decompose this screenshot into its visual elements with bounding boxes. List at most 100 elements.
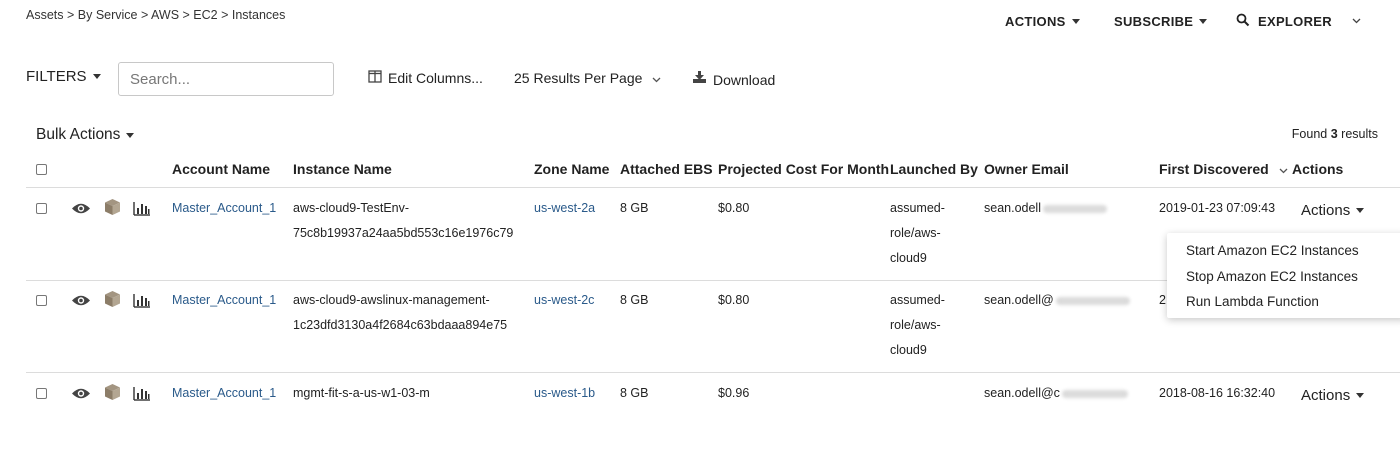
column-header-launched-by[interactable]: Launched By bbox=[890, 161, 978, 177]
column-header-attached-ebs[interactable]: Attached EBS bbox=[620, 161, 713, 177]
account-link[interactable]: Master_Account_1 bbox=[172, 288, 276, 313]
row-actions-button[interactable]: Actions bbox=[1301, 202, 1365, 219]
subscribe-menu-button[interactable]: SUBSCRIBE bbox=[1114, 14, 1208, 29]
cost-value: $0.80 bbox=[718, 293, 750, 307]
bar-chart-icon[interactable] bbox=[131, 199, 153, 217]
search-input[interactable] bbox=[118, 62, 334, 96]
bar-chart-icon[interactable] bbox=[131, 291, 153, 309]
eye-icon[interactable] bbox=[70, 384, 92, 402]
menu-item-run-lambda[interactable]: Run Lambda Function bbox=[1167, 289, 1400, 315]
results-per-page-select[interactable]: 25 Results Per Page bbox=[514, 70, 661, 86]
owner-email-text: sean.odell@ bbox=[984, 293, 1054, 307]
menu-item-start-ec2[interactable]: Start Amazon EC2 Instances bbox=[1167, 238, 1400, 264]
subscribe-menu-label: SUBSCRIBE bbox=[1114, 14, 1194, 29]
instance-name-line2: 75c8b19937a24aa5bd553c16e1976c79 bbox=[293, 226, 514, 240]
eye-icon[interactable] bbox=[70, 291, 92, 309]
bulk-actions-button[interactable]: Bulk Actions bbox=[36, 126, 135, 144]
caret-down-icon bbox=[92, 74, 101, 79]
launched-by-line1: assumed- bbox=[890, 201, 945, 215]
eye-icon[interactable] bbox=[70, 199, 92, 217]
header-divider bbox=[26, 187, 1400, 188]
instance-name-line1: mgmt-fit-s-a-us-w1-03-m bbox=[293, 386, 430, 400]
chevron-down-icon bbox=[1352, 16, 1361, 27]
download-label: Download bbox=[713, 72, 776, 88]
instance-name-line1: aws-cloud9-awslinux-management- bbox=[293, 293, 490, 307]
actions-menu-button[interactable]: ACTIONS bbox=[1005, 14, 1080, 29]
columns-icon bbox=[368, 70, 382, 86]
results-count: Found 3 results bbox=[1292, 127, 1378, 141]
cost-value: $0.80 bbox=[718, 201, 750, 215]
row-checkbox[interactable] bbox=[36, 388, 47, 399]
ebs-value: 8 GB bbox=[620, 201, 649, 215]
owner-email: sean.odell@c bbox=[984, 381, 1128, 406]
column-header-actions: Actions bbox=[1292, 161, 1344, 177]
results-count-prefix: Found bbox=[1291, 127, 1328, 141]
explorer-menu-label: EXPLORER bbox=[1258, 14, 1332, 29]
explorer-menu-button[interactable]: EXPLORER bbox=[1236, 13, 1361, 30]
redacted-mark bbox=[1043, 204, 1107, 213]
caret-down-icon bbox=[1356, 208, 1365, 213]
owner-email-text: sean.odell bbox=[984, 201, 1041, 215]
caret-down-icon bbox=[1356, 393, 1365, 398]
zone-link[interactable]: us-west-2c bbox=[534, 288, 594, 313]
owner-email: sean.odell bbox=[984, 196, 1107, 221]
actions-menu-label: ACTIONS bbox=[1005, 14, 1066, 29]
account-link[interactable]: Master_Account_1 bbox=[172, 381, 276, 406]
column-header-zone-name[interactable]: Zone Name bbox=[534, 161, 609, 177]
select-all-checkbox[interactable] bbox=[36, 164, 47, 175]
zone-link[interactable]: us-west-1b bbox=[534, 381, 595, 406]
column-header-first-discovered-label: First Discovered bbox=[1159, 161, 1269, 177]
row-actions-button[interactable]: Actions bbox=[1301, 387, 1365, 404]
row-actions-label: Actions bbox=[1301, 387, 1351, 404]
launched-by-line2: role/aws- bbox=[890, 318, 941, 332]
first-discovered-value: 2018-08-16 16:32:40 bbox=[1159, 386, 1276, 400]
launched-by-line3: cloud9 bbox=[890, 251, 927, 265]
menu-item-stop-ec2[interactable]: Stop Amazon EC2 Instances bbox=[1167, 264, 1400, 290]
row-checkbox[interactable] bbox=[36, 203, 47, 214]
ebs-value: 8 GB bbox=[620, 386, 649, 400]
cube-icon[interactable] bbox=[101, 290, 123, 308]
caret-down-icon bbox=[126, 132, 135, 138]
bulk-actions-label: Bulk Actions bbox=[36, 126, 121, 143]
launched-by-line1: assumed- bbox=[890, 293, 945, 307]
row-actions-label: Actions bbox=[1301, 202, 1351, 219]
row-checkbox[interactable] bbox=[36, 295, 47, 306]
bar-chart-icon[interactable] bbox=[131, 384, 153, 402]
results-per-page-label: 25 Results Per Page bbox=[514, 70, 643, 86]
launched-by-line2: role/aws- bbox=[890, 226, 941, 240]
column-header-owner-email[interactable]: Owner Email bbox=[984, 161, 1069, 177]
row-divider bbox=[26, 372, 1400, 373]
caret-down-icon bbox=[1071, 19, 1080, 24]
ebs-value: 8 GB bbox=[620, 293, 649, 307]
column-header-projected-cost[interactable]: Projected Cost For Month bbox=[718, 161, 889, 177]
instance-name-line2: 1c23dfd3130a4f2684c63bdaaa894e75 bbox=[293, 318, 508, 332]
search-icon bbox=[1236, 13, 1250, 30]
breadcrumb[interactable]: Assets > By Service > AWS > EC2 > Instan… bbox=[26, 8, 285, 22]
caret-down-icon bbox=[1199, 19, 1208, 24]
chevron-down-icon bbox=[652, 70, 661, 86]
account-link[interactable]: Master_Account_1 bbox=[172, 196, 276, 221]
cost-value: $0.96 bbox=[718, 386, 750, 400]
sort-desc-icon bbox=[1279, 161, 1288, 177]
redacted-mark bbox=[1061, 389, 1128, 398]
column-header-first-discovered[interactable]: First Discovered bbox=[1159, 161, 1288, 177]
filters-label: FILTERS bbox=[26, 68, 87, 85]
results-count-number: 3 bbox=[1330, 127, 1338, 141]
zone-link[interactable]: us-west-2a bbox=[534, 196, 595, 221]
row-actions-dropdown: Start Amazon EC2 Instances Stop Amazon E… bbox=[1167, 233, 1400, 318]
launched-by-line3: cloud9 bbox=[890, 343, 927, 357]
download-button[interactable]: Download bbox=[692, 69, 775, 88]
column-header-account-name[interactable]: Account Name bbox=[172, 161, 270, 177]
first-discovered-value: 2 bbox=[1159, 293, 1166, 307]
first-discovered-value: 2019-01-23 07:09:43 bbox=[1159, 201, 1276, 215]
results-count-suffix: results bbox=[1341, 127, 1378, 141]
cube-icon[interactable] bbox=[101, 198, 123, 216]
cube-icon[interactable] bbox=[101, 383, 123, 401]
redacted-mark bbox=[1055, 296, 1130, 305]
edit-columns-label: Edit Columns... bbox=[388, 70, 483, 86]
owner-email-text: sean.odell@c bbox=[984, 386, 1060, 400]
filters-button[interactable]: FILTERS bbox=[26, 68, 101, 85]
owner-email: sean.odell@ bbox=[984, 288, 1130, 313]
column-header-instance-name[interactable]: Instance Name bbox=[293, 161, 392, 177]
edit-columns-button[interactable]: Edit Columns... bbox=[368, 70, 483, 86]
